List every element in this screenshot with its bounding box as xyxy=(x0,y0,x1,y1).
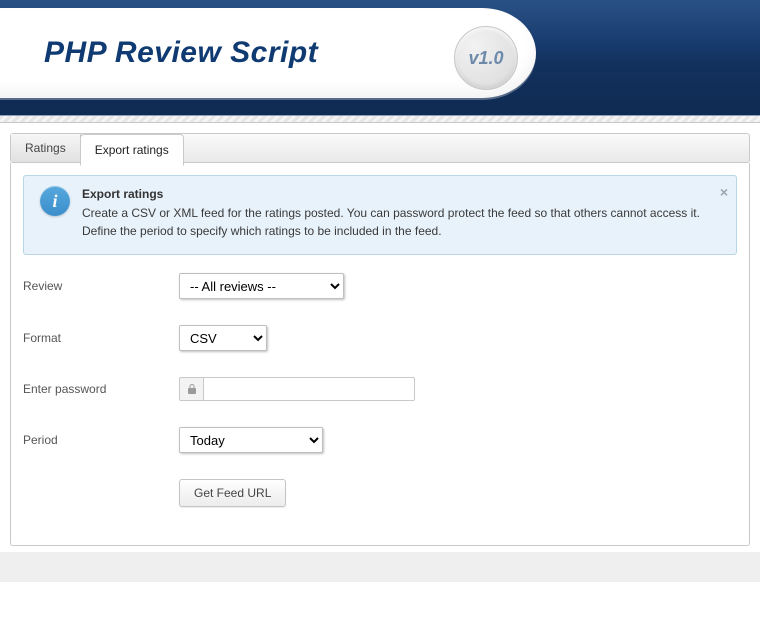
app-title: PHP Review Script xyxy=(44,36,318,70)
password-input[interactable] xyxy=(203,377,415,401)
period-select[interactable]: Today xyxy=(179,427,323,453)
info-box: i × Export ratings Create a CSV or XML f… xyxy=(23,175,737,255)
info-body: Create a CSV or XML feed for the ratings… xyxy=(82,206,700,237)
tab-bar: Ratings Export ratings xyxy=(10,133,750,163)
info-icon: i xyxy=(40,186,70,216)
review-select[interactable]: -- All reviews -- xyxy=(179,273,344,299)
header-divider xyxy=(0,115,760,123)
format-select[interactable]: CSV xyxy=(179,325,267,351)
info-title: Export ratings xyxy=(82,186,706,203)
period-label: Period xyxy=(23,433,179,447)
version-badge: v1.0 xyxy=(454,26,518,90)
password-label: Enter password xyxy=(23,382,179,396)
app-header: PHP Review Script v1.0 xyxy=(0,0,760,115)
export-panel: i × Export ratings Create a CSV or XML f… xyxy=(10,163,750,546)
tab-export-ratings[interactable]: Export ratings xyxy=(80,134,184,166)
format-label: Format xyxy=(23,331,179,345)
review-label: Review xyxy=(23,279,179,293)
get-feed-url-button[interactable]: Get Feed URL xyxy=(179,479,286,507)
close-icon[interactable]: × xyxy=(720,182,728,202)
lock-icon xyxy=(179,377,203,401)
footer-strip xyxy=(0,552,760,582)
tab-ratings[interactable]: Ratings xyxy=(11,134,81,162)
